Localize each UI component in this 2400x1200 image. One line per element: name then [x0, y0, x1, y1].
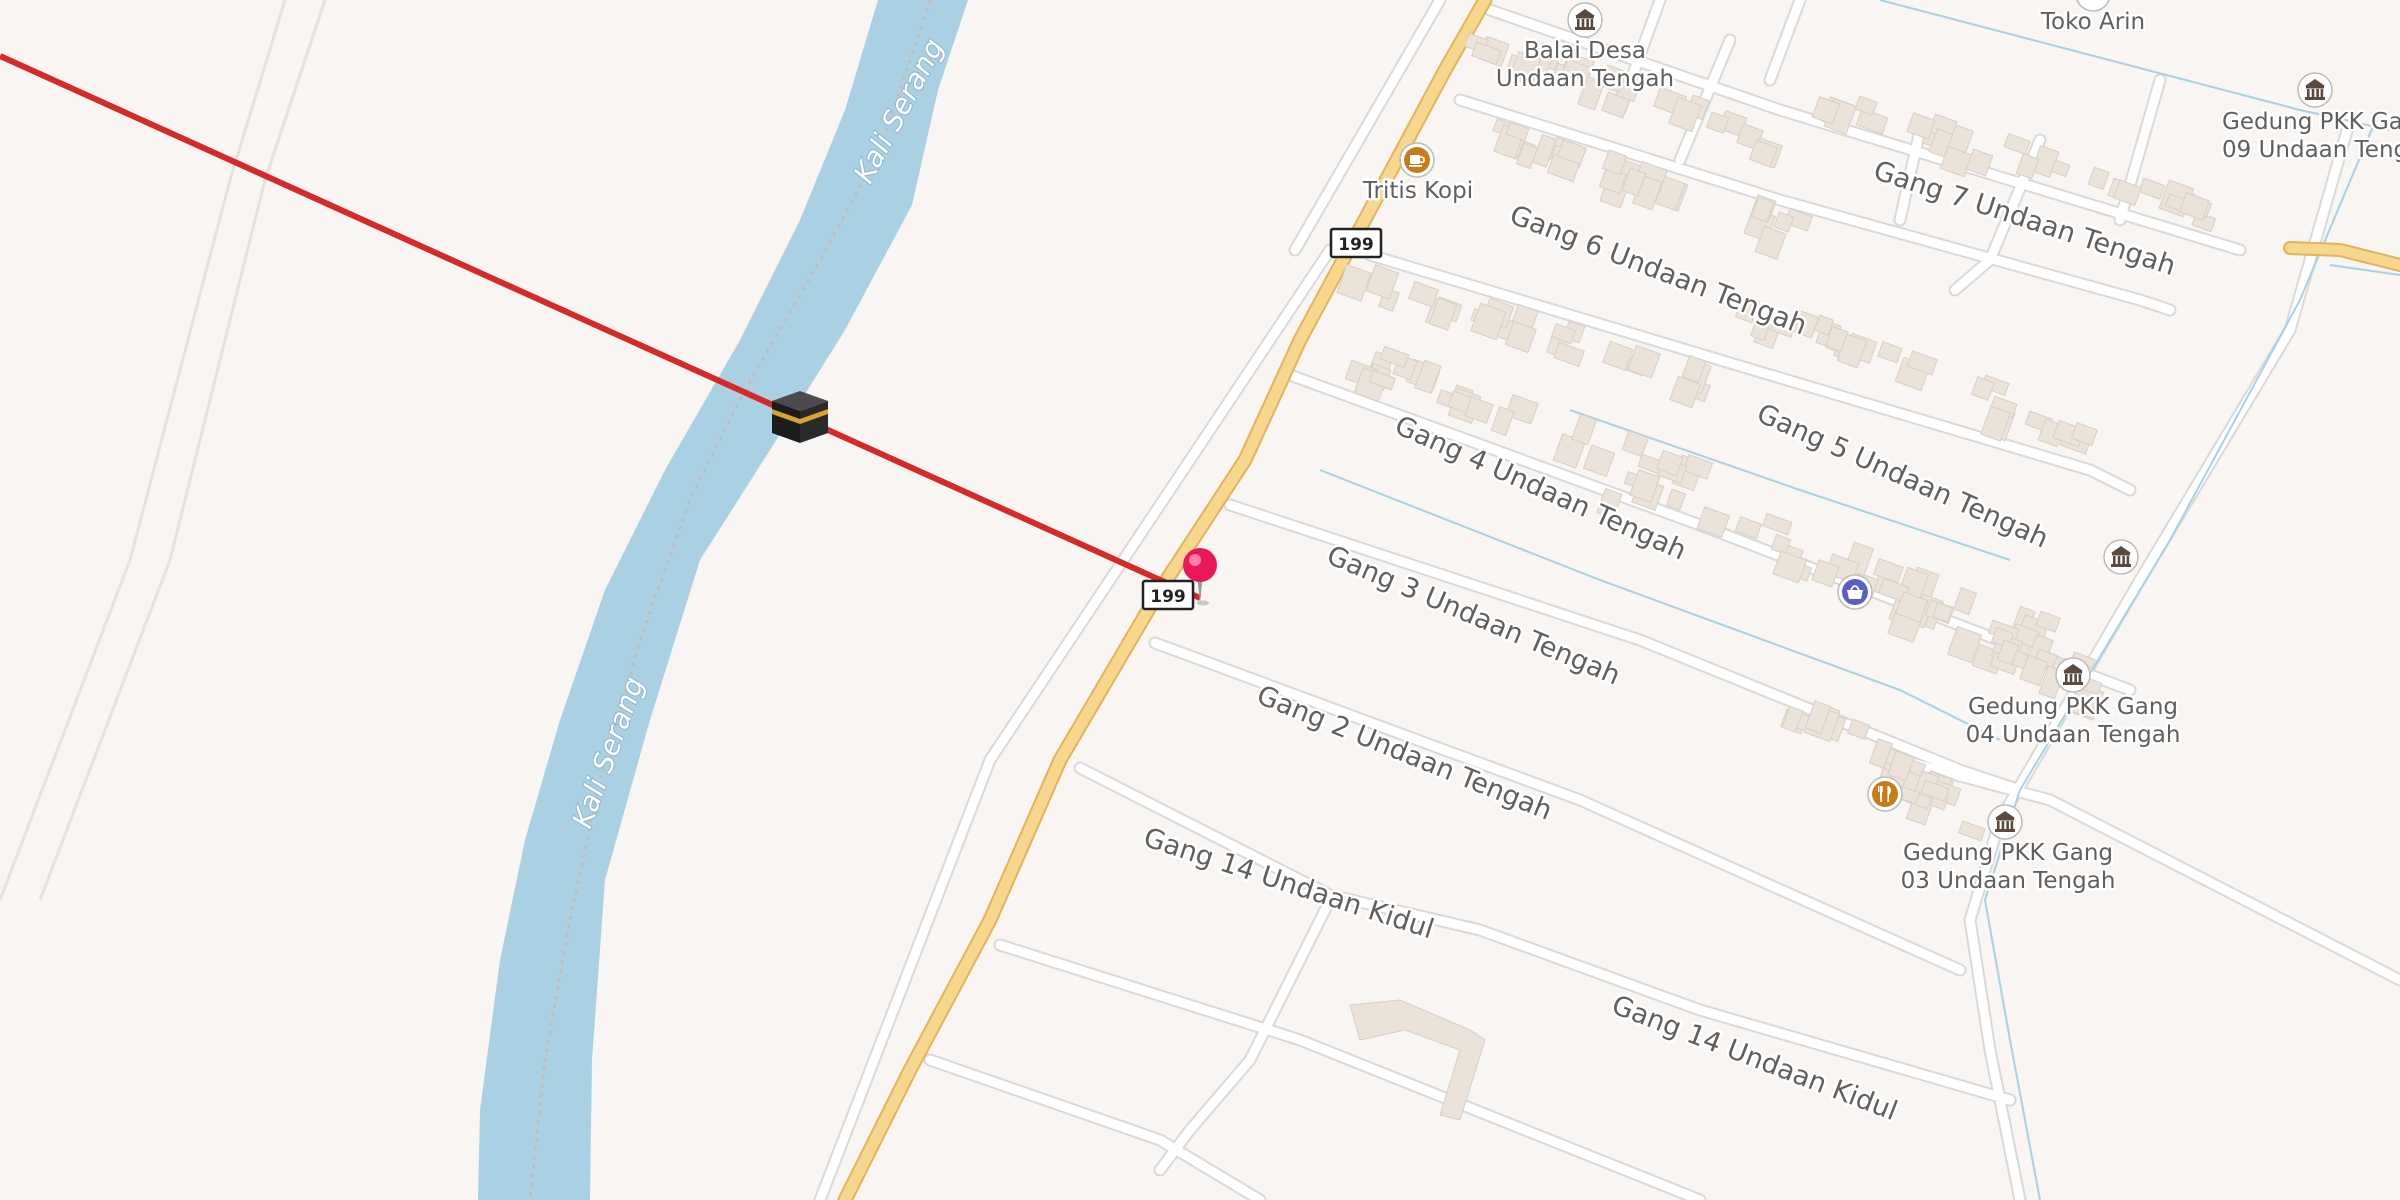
map-canvas[interactable]: 199 199 Kali Serang Kali Serang Gang 7 U…: [0, 0, 2400, 1200]
poi-label: 04 Undaan Tengah: [1966, 722, 2181, 748]
poi-label: Gedung PKK Gang: [2222, 109, 2400, 135]
town-hall-icon: [2297, 72, 2333, 108]
poi-label: Balai Desa: [1524, 38, 1646, 64]
poi-label: 09 Undaan Tengah: [2222, 137, 2400, 163]
town-hall-icon: [1987, 804, 2023, 840]
poi-label: 03 Undaan Tengah: [1901, 868, 2116, 894]
poi-label: Gedung PKK Gang: [1903, 840, 2113, 866]
shopping-basket-icon: [1842, 579, 1868, 605]
road-shield-label: 199: [1338, 235, 1374, 255]
poi-shop[interactable]: [1837, 574, 1873, 610]
road-shield: 199: [1329, 227, 1383, 259]
restaurant-icon: [1872, 781, 1898, 807]
poi-label: Undaan Tengah: [1496, 66, 1674, 92]
town-hall-icon: [1567, 2, 1603, 38]
poi-town-hall[interactable]: [2103, 539, 2139, 575]
poi-label: Tritis Kopi: [1362, 178, 1473, 204]
town-hall-icon: [2103, 539, 2139, 575]
poi-restaurant[interactable]: [1867, 776, 1903, 812]
town-hall-icon: [2055, 657, 2091, 693]
road-shield-label: 199: [1150, 587, 1186, 607]
cafe-icon: [1404, 147, 1430, 173]
kaaba-icon: [772, 391, 828, 443]
road-shield: 199: [1141, 579, 1195, 611]
poi-label: Gedung PKK Gang: [1968, 694, 2178, 720]
poi-label: Toko Arin: [2040, 9, 2145, 35]
